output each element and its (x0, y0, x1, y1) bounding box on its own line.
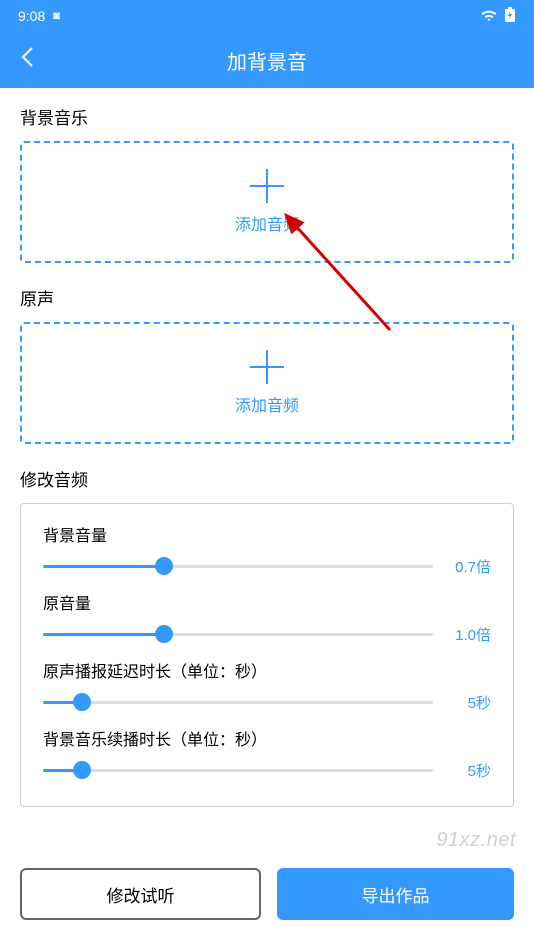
header: 加背景音 (0, 32, 534, 88)
bg-volume-value: 0.7倍 (447, 556, 491, 577)
back-button[interactable] (20, 46, 34, 74)
original-section-label: 原声 (20, 285, 514, 310)
wifi-icon (480, 8, 498, 25)
bg-volume-slider[interactable] (43, 554, 433, 578)
orig-volume-label: 原音量 (43, 590, 491, 614)
add-bgm-text: 添加音频 (235, 211, 299, 235)
add-bgm-box[interactable]: 添加音频 (20, 141, 514, 263)
delay-value: 5秒 (447, 692, 491, 713)
watermark: 91xz.net (436, 829, 516, 852)
bgm-section-label: 背景音乐 (20, 104, 514, 129)
plus-icon (250, 169, 284, 203)
add-original-box[interactable]: 添加音频 (20, 322, 514, 444)
bg-volume-label: 背景音量 (43, 522, 491, 546)
delay-label: 原声播报延迟时长（单位：秒） (43, 658, 491, 682)
status-bar: 9:08 ◙ (0, 0, 534, 32)
battery-icon (504, 7, 516, 26)
modify-section-label: 修改音频 (20, 466, 514, 491)
add-original-text: 添加音频 (235, 392, 299, 416)
continue-value: 5秒 (447, 760, 491, 781)
continue-label: 背景音乐续播时长（单位：秒） (43, 726, 491, 750)
delay-slider[interactable] (43, 690, 433, 714)
continue-slider[interactable] (43, 758, 433, 782)
orig-volume-value: 1.0倍 (447, 624, 491, 645)
page-title: 加背景音 (0, 46, 534, 75)
preview-button[interactable]: 修改试听 (20, 868, 261, 920)
orig-volume-slider[interactable] (43, 622, 433, 646)
status-time: 9:08 (18, 8, 45, 24)
settings-box: 背景音量 0.7倍 原音量 1.0倍 原声播报延迟时长（单位：秒） (20, 503, 514, 807)
status-icon: ◙ (53, 10, 60, 22)
plus-icon (250, 350, 284, 384)
bottom-bar: 修改试听 导出作品 (20, 868, 514, 920)
export-button[interactable]: 导出作品 (277, 868, 514, 920)
